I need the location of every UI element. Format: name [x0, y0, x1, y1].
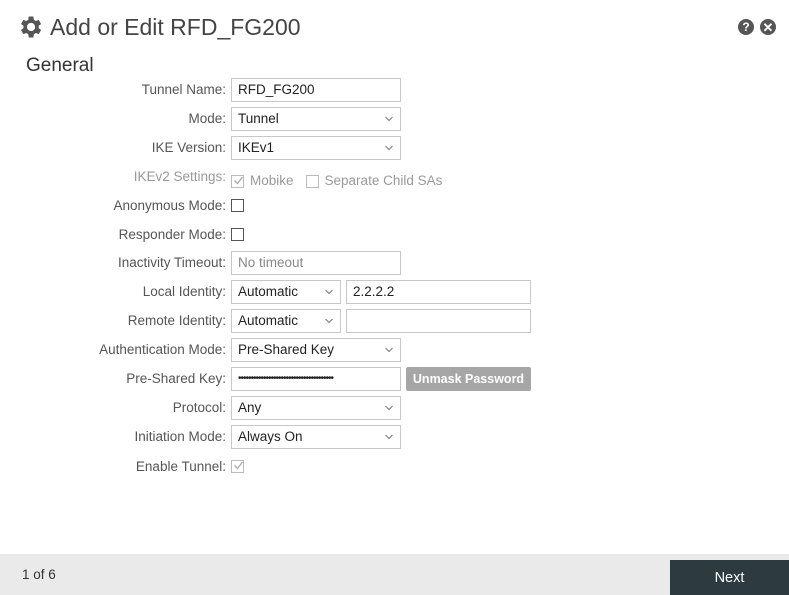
initiation-mode-row: Initiation Mode: Always On — [0, 425, 789, 449]
protocol-label: Protocol: — [172, 400, 226, 415]
protocol-select[interactable]: Any — [231, 396, 401, 420]
initiation-mode-select[interactable]: Always On — [231, 425, 401, 449]
responder-mode-label: Responder Mode: — [118, 227, 226, 242]
local-identity-input[interactable]: 2.2.2.2 — [346, 280, 531, 304]
pre-shared-key-label: Pre-Shared Key: — [126, 371, 226, 386]
local-identity-row: Local Identity: Automatic 2.2.2.2 — [0, 280, 789, 304]
anonymous-mode-control — [231, 194, 244, 212]
next-button[interactable]: Next — [670, 560, 789, 595]
enable-tunnel-label: Enable Tunnel: — [135, 459, 226, 474]
remote-identity-input[interactable] — [346, 309, 531, 333]
anonymous-mode-label: Anonymous Mode: — [113, 198, 226, 213]
check-icon — [234, 461, 244, 470]
check-icon — [234, 176, 244, 184]
mode-select-value: Tunnel — [238, 111, 279, 126]
pre-shared-key-input[interactable]: •••••••••••••••••••••••••••••••••••••• — [231, 367, 401, 391]
authentication-mode-select[interactable]: Pre-Shared Key — [231, 338, 401, 362]
ikev2-settings-label: IKEv2 Settings: — [133, 169, 226, 184]
mobike-checkbox[interactable] — [231, 174, 244, 188]
responder-mode-control — [231, 223, 244, 241]
inactivity-timeout-row: Inactivity Timeout: No timeout — [0, 251, 789, 275]
enable-tunnel-checkbox[interactable] — [231, 460, 244, 473]
chevron-down-icon — [325, 318, 333, 324]
ike-version-label: IKE Version: — [151, 140, 226, 155]
ikev2-options: Mobike Separate Child SAs — [231, 164, 454, 188]
protocol-select-value: Any — [238, 400, 262, 415]
ikev2-settings-row: IKEv2 Settings: Mobike Separate Child SA… — [0, 165, 789, 189]
authentication-mode-value: Pre-Shared Key — [238, 342, 335, 357]
tunnel-name-row: Tunnel Name: RFD_FG200 — [0, 78, 789, 102]
initiation-mode-select-value: Always On — [238, 429, 303, 444]
chevron-down-icon — [385, 405, 393, 411]
chevron-down-icon — [385, 347, 393, 353]
inactivity-timeout-label: Inactivity Timeout: — [117, 255, 226, 270]
ike-version-row: IKE Version: IKEv1 — [0, 136, 789, 160]
remote-identity-type-value: Automatic — [238, 313, 299, 328]
mode-row: Mode: Tunnel — [0, 107, 789, 131]
inactivity-timeout-input[interactable]: No timeout — [231, 251, 401, 275]
gear-icon — [21, 16, 42, 38]
tunnel-name-label: Tunnel Name: — [141, 82, 226, 97]
unmask-password-button[interactable]: Unmask Password — [406, 367, 531, 391]
close-icon[interactable]: ✕ — [760, 19, 776, 35]
help-icon[interactable]: ? — [738, 19, 754, 35]
local-identity-type-select[interactable]: Automatic — [231, 280, 341, 304]
local-identity-label: Local Identity: — [142, 284, 226, 299]
remote-identity-type-select[interactable]: Automatic — [231, 309, 341, 333]
separate-child-sas-checkbox[interactable] — [305, 174, 319, 188]
enable-tunnel-control — [231, 455, 244, 473]
local-identity-type-value: Automatic — [238, 284, 299, 299]
remote-identity-row: Remote Identity: Automatic — [0, 309, 789, 333]
mode-select[interactable]: Tunnel — [231, 107, 401, 131]
section-title: General — [26, 55, 94, 76]
dialog-header: Add or Edit RFD_FG200 — [16, 12, 301, 42]
separate-child-sas-label: Separate Child SAs — [324, 173, 443, 188]
mobike-label: Mobike — [250, 173, 294, 188]
authentication-mode-label: Authentication Mode: — [99, 342, 226, 357]
chevron-down-icon — [385, 434, 393, 440]
wizard-footer: 1 of 6 Next — [0, 554, 789, 595]
chevron-down-icon — [385, 116, 393, 122]
initiation-mode-label: Initiation Mode: — [134, 429, 226, 444]
dialog-title: Add or Edit RFD_FG200 — [50, 13, 301, 40]
pre-shared-key-row: Pre-Shared Key: ••••••••••••••••••••••••… — [0, 367, 789, 391]
tunnel-name-input[interactable]: RFD_FG200 — [231, 78, 401, 102]
authentication-mode-row: Authentication Mode: Pre-Shared Key — [0, 338, 789, 362]
responder-mode-checkbox[interactable] — [231, 228, 244, 241]
enable-tunnel-row: Enable Tunnel: — [0, 455, 789, 479]
ike-version-select-value: IKEv1 — [238, 140, 275, 155]
page-indicator: 1 of 6 — [22, 567, 56, 582]
mode-label: Mode: — [188, 111, 226, 126]
anonymous-mode-row: Anonymous Mode: — [0, 194, 789, 218]
ike-version-select[interactable]: IKEv1 — [231, 136, 401, 160]
remote-identity-label: Remote Identity: — [127, 313, 226, 328]
chevron-down-icon — [385, 145, 393, 151]
chevron-down-icon — [325, 289, 333, 295]
anonymous-mode-checkbox[interactable] — [231, 199, 244, 212]
responder-mode-row: Responder Mode: — [0, 223, 789, 247]
protocol-row: Protocol: Any — [0, 396, 789, 420]
